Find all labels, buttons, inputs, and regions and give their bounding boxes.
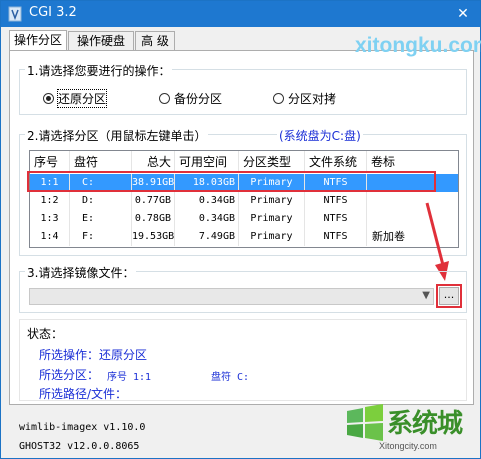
cell-index: 1:3	[30, 210, 70, 228]
column-header-drive[interactable]: 盘符	[70, 151, 132, 173]
cell-index: 1:4	[30, 228, 70, 246]
table-header: 序号 盘符 总大小 可用空间 分区类型 文件系统 卷标	[30, 151, 458, 191]
image-group-title: 3.请选择镜像文件：	[25, 264, 137, 281]
watermark-site: xitongku.com	[355, 34, 481, 57]
cell-free: 0.34GB	[175, 192, 239, 210]
cell-total: 0.78GB	[132, 210, 175, 228]
column-header-type[interactable]: 分区类型	[239, 151, 305, 173]
tab-disk[interactable]: 操作硬盘	[68, 31, 134, 50]
table-row[interactable]: 1:3 E: 0.78GB 0.34GB Primary NTFS	[30, 210, 458, 228]
windows-logo-icon	[347, 404, 383, 441]
radio-restore-dot[interactable]	[43, 93, 54, 104]
cell-drive: D:	[70, 192, 132, 210]
column-header-free[interactable]: 可用空间	[175, 151, 239, 173]
image-file-combo[interactable]: ▼	[29, 288, 434, 305]
selected-row-highlight	[27, 171, 436, 192]
status-title: 状态：	[27, 327, 64, 341]
browse-highlight	[436, 284, 462, 308]
app-icon	[8, 6, 22, 22]
radio-backup[interactable]: 备份分区	[159, 90, 222, 107]
cell-drive: F:	[70, 228, 132, 246]
radio-restore-label: 还原分区	[56, 89, 108, 108]
wimlib-version: wimlib-imagex v1.10.0	[19, 422, 146, 433]
cell-free: 0.34GB	[175, 210, 239, 228]
tab-partition[interactable]: 操作分区	[9, 30, 67, 51]
radio-backup-label: 备份分区	[174, 92, 223, 106]
status-path-label: 所选路径/文件：	[39, 387, 128, 401]
cell-total: 19.53GB	[132, 228, 175, 246]
table-row[interactable]: 1:4 F: 19.53GB 7.49GB Primary NTFS 新加卷	[30, 228, 458, 246]
watermark-logo-text: 系统城	[387, 409, 463, 439]
watermark-logo-url: Xitongcity.com	[379, 441, 437, 451]
status-partition-index: 序号 1:1	[107, 372, 152, 383]
tab-advanced[interactable]: 高 级	[135, 31, 175, 50]
column-header-fs[interactable]: 文件系统	[305, 151, 367, 173]
operation-group-title: 1.请选择您要进行的操作：	[25, 62, 173, 79]
column-header-total[interactable]: 总大小	[132, 151, 175, 191]
radio-copy[interactable]: 分区对拷	[273, 90, 336, 107]
status-partition-label: 所选分区：	[39, 368, 100, 382]
watermark-logo: 系统城 Xitongcity.com	[339, 399, 479, 457]
cell-drive: E:	[70, 210, 132, 228]
cell-free: 7.49GB	[175, 228, 239, 246]
cell-fs: NTFS	[305, 192, 367, 210]
title-bar[interactable]: CGI 3.2 ✕	[1, 1, 480, 27]
status-partition-drive: 盘符 C:	[211, 372, 250, 383]
main-window: CGI 3.2 ✕ 操作分区 操作硬盘 高 级 xitongku.com 1.请…	[0, 0, 481, 459]
radio-restore[interactable]: 还原分区	[43, 89, 108, 108]
partition-group-title: 2.请选择分区（用鼠标左键单击）	[25, 127, 209, 144]
cell-type: Primary	[239, 228, 305, 246]
chevron-down-icon[interactable]: ▼	[422, 290, 430, 301]
cell-fs: NTFS	[305, 228, 367, 246]
cell-total: 0.77GB	[132, 192, 175, 210]
status-operation: 所选操作：还原分区	[39, 348, 148, 362]
cell-index: 1:2	[30, 192, 70, 210]
cell-type: Primary	[239, 210, 305, 228]
cell-fs: NTFS	[305, 210, 367, 228]
window-title: CGI 3.2	[29, 5, 77, 20]
cell-type: Primary	[239, 192, 305, 210]
ghost-version: GHOST32 v12.0.0.8065	[19, 441, 140, 452]
radio-copy-label: 分区对拷	[288, 92, 337, 106]
radio-backup-dot[interactable]	[159, 93, 170, 104]
radio-copy-dot[interactable]	[273, 93, 284, 104]
partition-table[interactable]: 序号 盘符 总大小 可用空间 分区类型 文件系统 卷标 1:1 C: 38.91…	[29, 150, 459, 248]
column-header-label[interactable]: 卷标	[367, 151, 458, 173]
system-disk-note: (系统盘为C:盘)	[277, 127, 363, 144]
close-button[interactable]: ✕	[452, 4, 474, 24]
column-header-index[interactable]: 序号	[30, 151, 70, 173]
table-row[interactable]: 1:2 D: 0.77GB 0.34GB Primary NTFS	[30, 192, 458, 210]
